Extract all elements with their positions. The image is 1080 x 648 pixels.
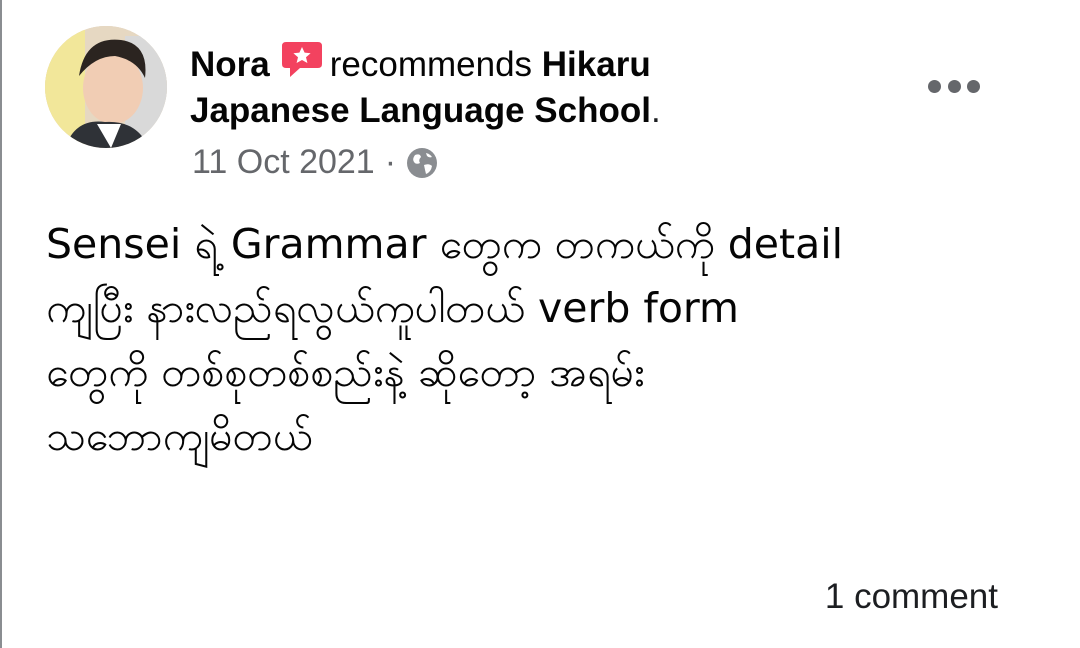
post-card: Nora recommends Hikaru Japanese Language… <box>0 0 1080 648</box>
globe-icon[interactable] <box>406 146 438 178</box>
more-dot-1 <box>928 79 941 93</box>
more-dot-3 <box>967 79 980 93</box>
avatar[interactable] <box>45 26 167 148</box>
post-meta: 11 Oct 2021 · <box>192 140 438 184</box>
comments-count-link[interactable]: 1 comment <box>825 574 998 620</box>
header-period: . <box>650 91 661 130</box>
post-header: Nora recommends Hikaru Japanese Language… <box>190 40 750 134</box>
avatar-photo <box>45 26 167 148</box>
post-date[interactable]: 11 Oct 2021 <box>192 140 375 184</box>
post-body-text: Sensei ရဲ့ Grammar တွေက တကယ်ကို detail က… <box>46 220 844 460</box>
recommends-label: recommends <box>329 45 533 84</box>
more-dot-2 <box>947 79 961 93</box>
author-name[interactable]: Nora <box>190 45 270 84</box>
meta-separator: · <box>384 143 397 181</box>
recommendation-icon <box>280 40 324 80</box>
more-options-button[interactable] <box>928 72 980 100</box>
